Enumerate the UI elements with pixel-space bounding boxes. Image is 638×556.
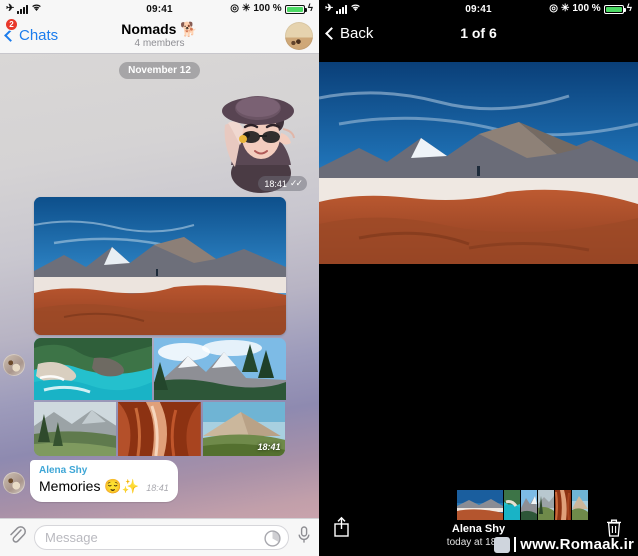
album-photo-alps[interactable] [153,338,286,400]
microphone-icon[interactable] [297,525,311,550]
photo-message-large[interactable] [33,197,286,335]
battery-icon [284,4,307,14]
watermark-text: www.Romaak.ir [520,536,634,553]
read-checks-icon: ✓✓ [289,178,303,188]
sender-avatar-album[interactable] [3,354,25,376]
chevron-left-icon [4,29,17,42]
bluetooth-icon: ✳ [241,3,251,14]
album-grid-row-2: 18:41 [33,402,286,456]
message-input-bar: Message [0,518,319,556]
status-bar-right-icons-left: ◎ ✳ 100 % ϟ [230,4,313,14]
thumbnail-item[interactable] [572,490,588,520]
message-input[interactable]: Message [34,525,289,550]
viewer-navbar: Back 1 of 6 [319,18,638,48]
album-photo-dune[interactable]: 18:41 [202,402,286,456]
back-to-chats-button[interactable]: 2 Chats [4,18,59,44]
sticker-time-text: 18:41 [264,178,287,189]
text-message-bubble[interactable]: Alena Shy Memories 😌✨ 18:41 [30,460,178,502]
album-photo-canyon[interactable] [118,402,201,456]
thumbnail-item[interactable] [538,490,554,520]
message-text: Memories 😌✨ [39,478,140,494]
thumbnail-selected[interactable] [457,490,503,520]
media-counter: 1 of 6 [460,25,497,41]
status-bar-right-icons-right: ◎ ✳ 100 % ϟ [549,4,632,14]
photo-desert-mountains [33,197,286,335]
text-message-row[interactable]: Alena Shy Memories 😌✨ 18:41 [0,460,319,502]
media-stage[interactable] [319,48,638,278]
sender-avatar-bubble[interactable] [3,472,25,494]
date-separator: November 12 [119,62,200,79]
unread-badge: 2 [5,18,18,31]
photo-album-grid[interactable]: 18:41 [33,338,286,456]
bluetooth-icon: ✳ [560,3,570,14]
group-avatar[interactable] [285,21,313,50]
location-icon: ◎ [230,3,239,14]
thumbnail-item[interactable] [555,490,571,520]
viewer-photo-desert-mountains [319,62,638,264]
dual-phone-screenshot: ✈ 09:41 ◎ ✳ 100 % ϟ 2 Chats Nomads 🐕 4 m… [0,0,638,556]
sticker-timestamp: 18:41 ✓✓ [258,176,307,191]
album-timestamp: 18:41 [257,442,281,452]
thumbnail-item[interactable] [521,490,537,520]
paperclip-icon[interactable] [8,525,26,550]
album-photo-coast[interactable] [33,338,152,400]
charging-bolt-icon: ϟ [307,3,313,14]
media-thumbnail-strip[interactable] [457,490,588,520]
status-bar-right: ✈ 09:41 ◎ ✳ 100 % ϟ [319,0,638,18]
media-viewer-screen: ✈ 09:41 ◎ ✳ 100 % ϟ Back 1 of 6 Alena Sh… [319,0,638,556]
charging-bolt-icon: ϟ [626,3,632,14]
watermark: www.Romaak.ir [490,535,638,554]
battery-percent-left: 100 % [253,3,282,14]
media-sender-name: Alena Shy [451,523,506,535]
battery-icon [603,4,626,14]
status-bar-left: ✈ 09:41 ◎ ✳ 100 % ϟ [0,0,319,18]
sticker-icon[interactable] [264,530,281,550]
chat-navbar: 2 Chats Nomads 🐕 4 members [0,18,319,54]
thumbnail-item[interactable] [504,490,520,520]
album-photo-valley[interactable] [33,402,117,456]
message-text-row: Memories 😌✨ 18:41 [39,477,169,497]
message-list[interactable]: November 12 18:41 ✓✓ 18:41 Alena Shy Mem… [0,54,319,518]
sticker-message[interactable]: 18:41 ✓✓ [0,81,319,193]
chat-screen: ✈ 09:41 ◎ ✳ 100 % ϟ 2 Chats Nomads 🐕 4 m… [0,0,319,556]
share-icon[interactable] [333,516,350,542]
back-button-label: Chats [19,27,59,44]
message-timestamp: 18:41 [146,483,169,493]
watermark-divider [514,537,517,552]
message-sender-name: Alena Shy [39,465,88,476]
watermark-logo-icon [494,536,511,553]
message-placeholder: Message [45,530,98,545]
battery-percent-right: 100 % [572,3,601,14]
location-icon: ◎ [549,3,558,14]
